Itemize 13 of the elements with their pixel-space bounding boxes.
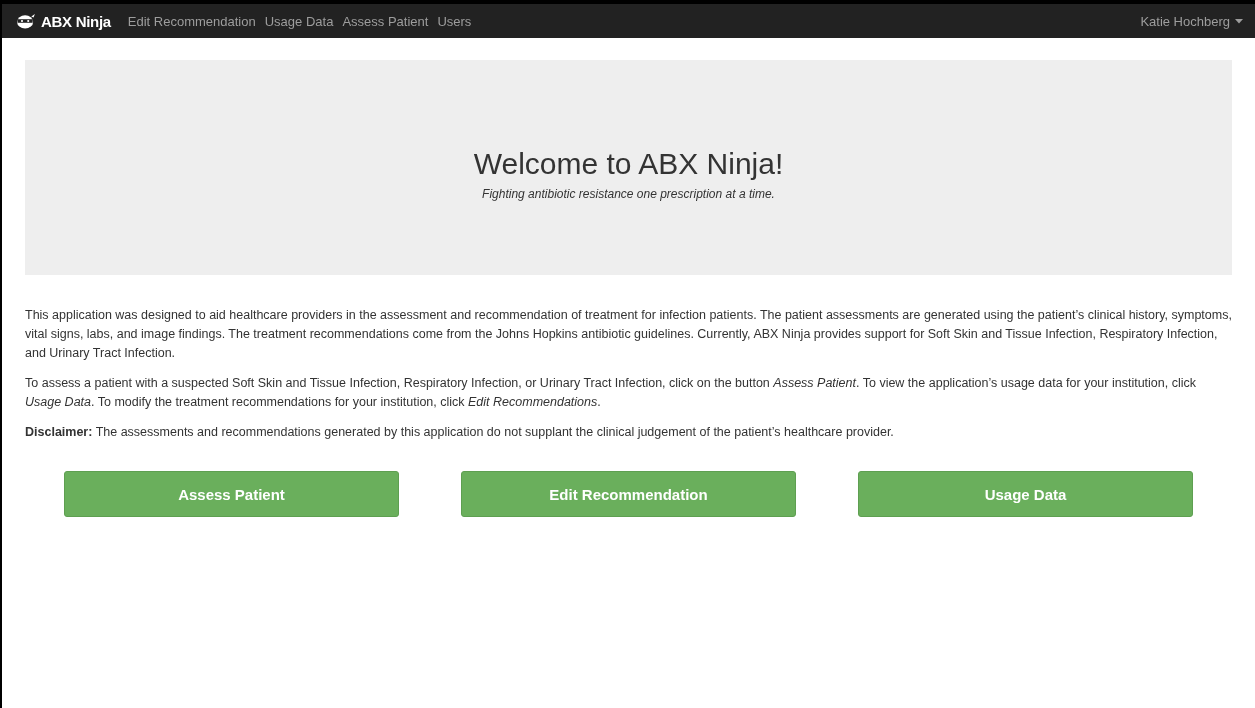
tagline: Fighting antibiotic resistance one prescription at a time. [482,186,775,201]
user-menu[interactable]: Katie Hochberg [1140,13,1243,29]
brand-link[interactable]: ABX Ninja [41,12,111,30]
paragraph: Disclaimer: The assessments and recommendations generated by this application do not supplant the clinical judgement of the patient’s healthcare provider. [25,424,895,441]
ninja-icon [16,13,36,29]
paragraph: This application was designed to aid healthcare providers in the assessment and recommendation of treatment for infection patients. The patient assessments are generated using the patient’s clinical history, symptoms, vital signs, labs, and image findings. The treatment recommendations come from the Johns Hopkins antibiotic guidelines. Currently, ABX Ninja provides support for Soft Skin and Tissue Infection, Respiratory Infection, and Urinary Tract Infection. [25,307,1232,362]
page-title: Welcome to ABX Ninja! [473,146,784,181]
nav-link[interactable]: Usage Data [264,13,334,29]
nav-link[interactable]: Assess Patient [342,13,429,29]
caret-icon [1235,18,1243,24]
paragraph: To assess a patient with a suspected Soft Skin and Tissue Infection, Respiratory Infection, or Urinary Tract Infection, click on the button Assess Patient. To view the application’s usage data for your institution, click Usage Data. To modify the treatment recommendations for your institution, click Edit Recommendations. [25,375,1197,411]
nav-link[interactable]: Users [437,13,472,29]
nav-link[interactable]: Edit Recommendation [127,13,256,29]
